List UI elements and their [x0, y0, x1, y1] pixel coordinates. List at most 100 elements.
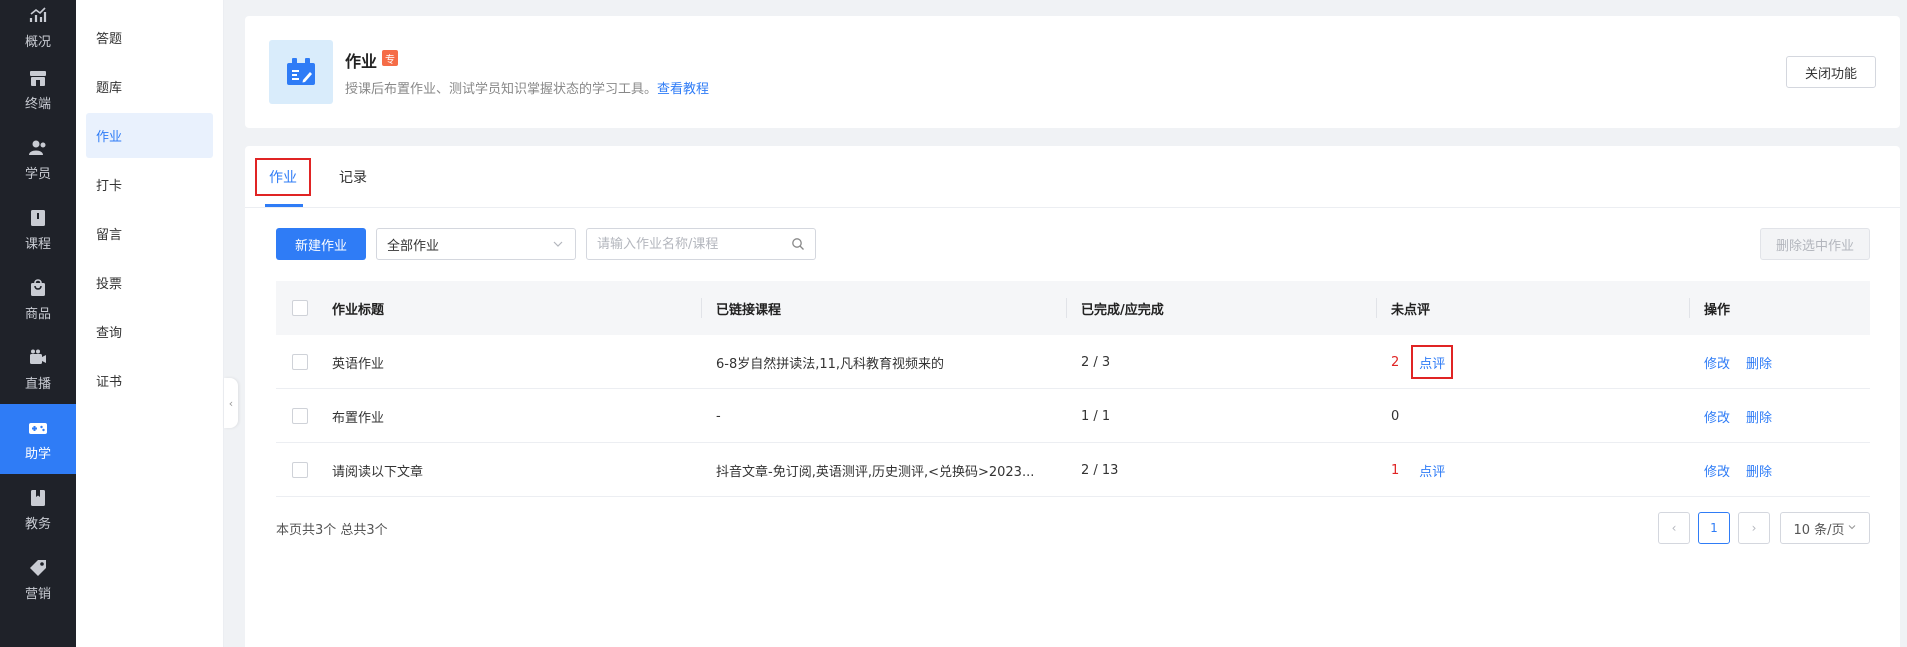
row-course: - — [716, 408, 721, 424]
sub-item-quiz[interactable]: 答题 — [86, 15, 213, 60]
row-done: 2 / 3 — [1081, 354, 1111, 370]
sub-item-checkin[interactable]: 打卡 — [86, 162, 213, 207]
edit-link[interactable]: 修改 — [1704, 407, 1730, 426]
rail-item-study-aid[interactable]: 助学 — [0, 404, 76, 474]
rail-item-courses[interactable]: 课程 — [0, 194, 76, 264]
review-link[interactable]: 点评 — [1419, 353, 1445, 372]
row-title: 英语作业 — [332, 356, 385, 372]
rail-item-label: 学员 — [24, 166, 51, 182]
collapse-sidebar-button[interactable]: ‹ — [224, 378, 238, 428]
tab-bar: 作业 记录 — [245, 146, 1900, 208]
rail-item-marketing[interactable]: 营销 — [0, 544, 76, 614]
rail-item-label: 教务 — [24, 516, 51, 532]
row-select-cell — [292, 443, 308, 497]
chevron-left-icon: ‹ — [1671, 521, 1677, 535]
new-homework-button[interactable]: 新建作业 — [276, 228, 366, 260]
page-size-value: 10 条/页 — [1793, 522, 1845, 538]
next-page-button[interactable]: › — [1738, 512, 1770, 544]
column-divider — [1066, 298, 1067, 318]
row-checkbox[interactable] — [292, 354, 308, 370]
chevron-left-icon: ‹ — [228, 396, 234, 410]
prev-page-button[interactable]: ‹ — [1658, 512, 1690, 544]
page-title: 作业 — [345, 52, 378, 71]
row-ops: 修改 删除 — [1704, 335, 1864, 389]
rail-item-live[interactable]: 直播 — [0, 334, 76, 404]
rail-item-label: 课程 — [24, 236, 51, 252]
delete-selected-button[interactable]: 删除选中作业 — [1760, 228, 1870, 260]
view-tutorial-link[interactable]: 查看教程 — [657, 82, 709, 97]
row-title: 请阅读以下文章 — [332, 464, 424, 480]
bag-icon — [27, 277, 49, 299]
review-link[interactable]: 点评 — [1419, 461, 1445, 480]
row-checkbox[interactable] — [292, 408, 308, 424]
rail-item-label: 直播 — [24, 376, 51, 392]
sub-item-vote[interactable]: 投票 — [86, 260, 213, 305]
edit-link[interactable]: 修改 — [1704, 461, 1730, 480]
sub-item-question-bank[interactable]: 题库 — [86, 64, 213, 109]
camera-icon — [27, 347, 49, 369]
review-link-box: 点评 — [1411, 345, 1454, 379]
row-ops: 修改 删除 — [1704, 389, 1864, 443]
row-unreviewed-cell: 2 点评 — [1391, 335, 1681, 389]
table-header: 作业标题 已链接课程 已完成/应完成 未点评 操作 — [276, 281, 1870, 335]
filter-value: 全部作业 — [387, 238, 440, 254]
row-course: 抖音文章-免订阅,英语测评,历史测评,<兑换码>2023... — [716, 464, 1035, 480]
sub-item-homework[interactable]: 作业 — [86, 113, 213, 158]
pagination: ‹ 1 › 10 条/页 — [1650, 512, 1870, 544]
chevron-right-icon: › — [1751, 521, 1757, 535]
row-course: 6-8岁自然拼读法,11,凡科教育视频来的 — [716, 356, 945, 372]
column-divider — [701, 298, 702, 318]
page-count-text: 本页共3个 总共3个 — [276, 523, 388, 538]
delete-link[interactable]: 删除 — [1746, 461, 1772, 480]
active-tab-indicator — [265, 204, 303, 207]
rail-item-academic[interactable]: 教务 — [0, 474, 76, 544]
close-feature-button[interactable]: 关闭功能 — [1786, 56, 1876, 88]
rail-item-label: 终端 — [24, 96, 51, 112]
tab-homework[interactable]: 作业 — [255, 158, 311, 196]
rail-item-overview[interactable]: 概况 — [0, 0, 76, 54]
homework-filter-select[interactable]: 全部作业 — [376, 228, 576, 260]
table-row: 英语作业 6-8岁自然拼读法,11,凡科教育视频来的 2 / 3 2 点评 修改… — [276, 335, 1870, 389]
header-done: 已完成/应完成 — [1081, 302, 1164, 318]
tab-records[interactable]: 记录 — [327, 158, 379, 196]
rail-item-label: 营销 — [24, 586, 51, 602]
row-select-cell — [292, 335, 308, 389]
toolbar: 新建作业 全部作业 删除选中作业 — [276, 228, 1870, 260]
row-title: 布置作业 — [332, 410, 385, 426]
search-input[interactable] — [587, 229, 777, 259]
rail-item-label: 助学 — [24, 446, 51, 462]
sub-item-certificate[interactable]: 证书 — [86, 358, 213, 403]
column-divider — [1689, 298, 1690, 318]
unreviewed-count: 2 — [1391, 354, 1400, 370]
sub-item-query[interactable]: 查询 — [86, 309, 213, 354]
chart-icon — [27, 5, 49, 27]
review-link-box: 点评 — [1411, 453, 1453, 487]
page-size-select[interactable]: 10 条/页 — [1780, 512, 1870, 544]
row-done: 1 / 1 — [1081, 408, 1111, 424]
row-select-cell — [292, 389, 308, 443]
search-icon[interactable] — [791, 237, 805, 251]
delete-link[interactable]: 删除 — [1746, 353, 1772, 372]
sub-item-message[interactable]: 留言 — [86, 211, 213, 256]
main-nav-rail: 概况 终端 学员 课程 商品 直播 助学 教务 营销 — [0, 0, 76, 647]
select-all-checkbox[interactable] — [292, 300, 308, 316]
rail-item-goods[interactable]: 商品 — [0, 264, 76, 334]
header-ops: 操作 — [1704, 302, 1731, 318]
unreviewed-count: 1 — [1391, 462, 1400, 478]
gamepad-icon — [27, 417, 49, 439]
store-icon — [27, 67, 49, 89]
edit-link[interactable]: 修改 — [1704, 353, 1730, 372]
row-unreviewed-cell: 0 — [1391, 389, 1681, 443]
page-number-button[interactable]: 1 — [1698, 512, 1730, 544]
delete-link[interactable]: 删除 — [1746, 407, 1772, 426]
homework-panel: 作业 记录 新建作业 全部作业 删除选中作业 作业标题 已链接课程 已完成/应完… — [245, 146, 1900, 647]
column-divider — [1376, 298, 1377, 318]
table-row: 布置作业 - 1 / 1 0 修改 删除 — [276, 389, 1870, 443]
rail-item-terminal[interactable]: 终端 — [0, 54, 76, 124]
sub-nav: 答题 题库 作业 打卡 留言 投票 查询 证书 — [76, 0, 224, 647]
header-unreviewed: 未点评 — [1391, 302, 1431, 318]
rail-item-students[interactable]: 学员 — [0, 124, 76, 194]
row-checkbox[interactable] — [292, 462, 308, 478]
users-icon — [27, 137, 49, 159]
bookmark-icon — [27, 487, 49, 509]
